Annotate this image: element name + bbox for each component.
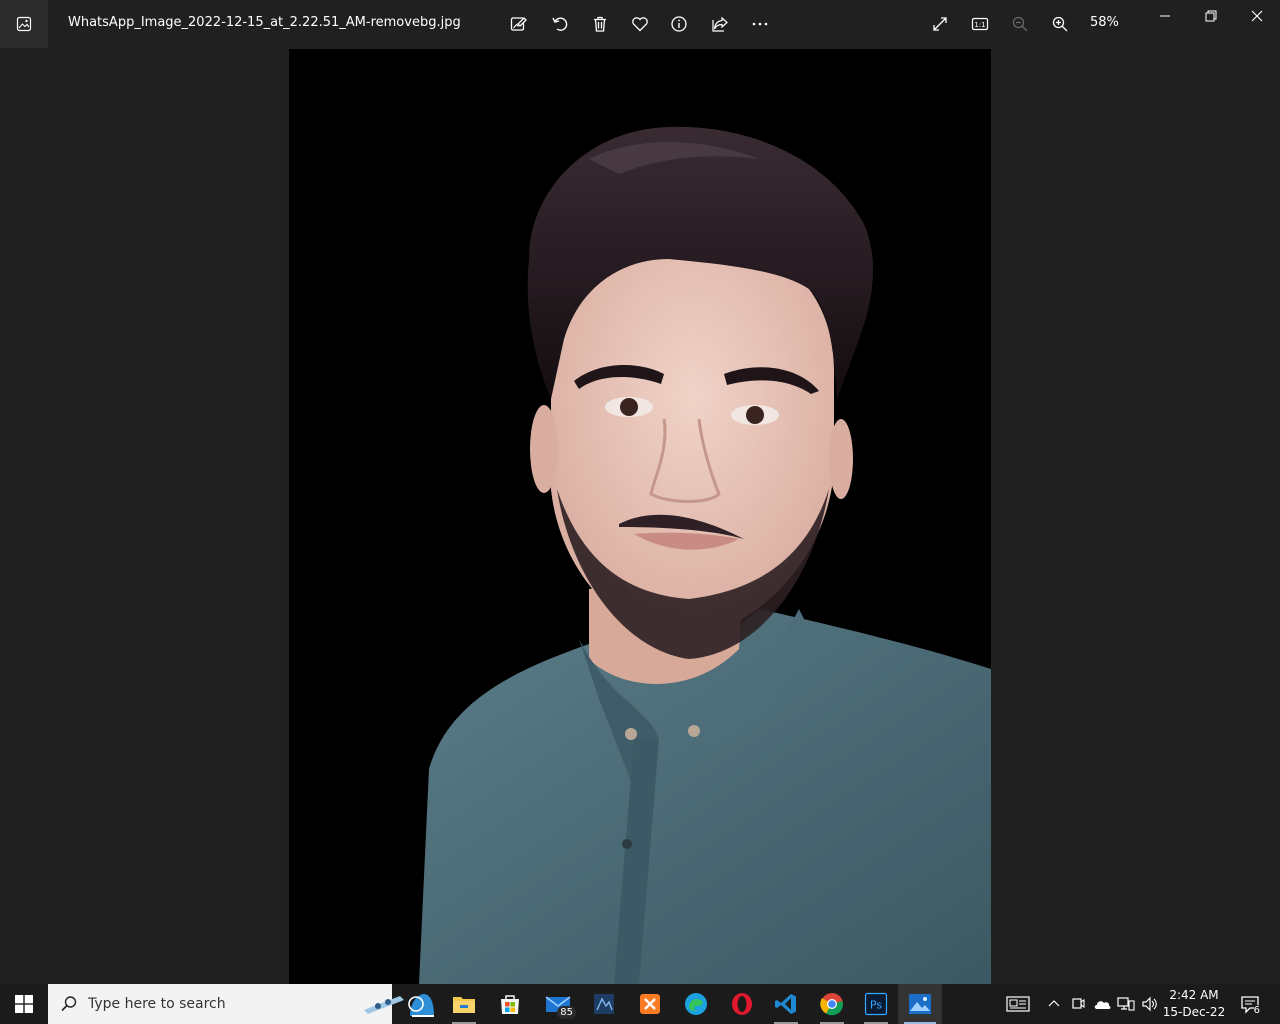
- xampp-icon[interactable]: [628, 984, 672, 1024]
- notification-count: 6: [1253, 1005, 1260, 1016]
- fullscreen-icon[interactable]: [924, 8, 956, 40]
- edit-image-icon[interactable]: [503, 8, 535, 40]
- portrait-illustration: [289, 49, 991, 984]
- actual-size-icon[interactable]: 1:1: [964, 8, 996, 40]
- zoom-out-icon[interactable]: [1004, 8, 1036, 40]
- delete-icon[interactable]: [584, 8, 616, 40]
- close-icon[interactable]: [1234, 0, 1280, 32]
- zoom-level[interactable]: 58%: [1090, 15, 1119, 30]
- search-icon: [60, 995, 78, 1017]
- image-canvas[interactable]: [0, 48, 1280, 984]
- onedrive-icon[interactable]: [1090, 984, 1114, 1024]
- restore-icon[interactable]: [1188, 0, 1234, 32]
- taskbar-search-box[interactable]: Type here to search: [48, 984, 434, 1024]
- mail-icon[interactable]: 85: [536, 984, 580, 1024]
- portrait-photo[interactable]: [289, 49, 991, 984]
- vscode-icon[interactable]: [764, 984, 808, 1024]
- mail-badge: 85: [557, 1006, 576, 1019]
- volume-icon[interactable]: [1138, 984, 1162, 1024]
- info-icon[interactable]: [663, 8, 695, 40]
- edge-icon[interactable]: [674, 984, 718, 1024]
- clock-date: 15-Dec-22: [1162, 1005, 1226, 1019]
- photos-app-icon[interactable]: [0, 0, 48, 48]
- favorite-icon[interactable]: [624, 8, 656, 40]
- share-icon[interactable]: [704, 8, 736, 40]
- chrome-icon[interactable]: [810, 984, 854, 1024]
- photos-icon[interactable]: [898, 984, 942, 1024]
- file-name: WhatsApp_Image_2022-12-15_at_2.22.51_AM-…: [68, 15, 461, 30]
- title-bar: WhatsApp_Image_2022-12-15_at_2.22.51_AM-…: [0, 0, 1280, 48]
- photoshop-icon[interactable]: Ps: [854, 984, 898, 1024]
- meet-now-icon[interactable]: [1066, 984, 1090, 1024]
- zoom-in-icon[interactable]: [1044, 8, 1076, 40]
- microsoft-store-icon[interactable]: [488, 984, 532, 1024]
- task-view-icon[interactable]: [394, 984, 438, 1024]
- app-icon[interactable]: [582, 984, 626, 1024]
- minimize-icon[interactable]: [1142, 0, 1188, 32]
- opera-icon[interactable]: [720, 984, 764, 1024]
- news-widget-icon[interactable]: [1004, 984, 1032, 1024]
- search-placeholder: Type here to search: [88, 996, 226, 1012]
- clock-time: 2:42 AM: [1169, 988, 1219, 1002]
- rotate-icon[interactable]: [544, 8, 576, 40]
- taskbar: Type here to search 85 Ps 2:42 AM 15-Dec…: [0, 984, 1280, 1024]
- more-icon[interactable]: [744, 8, 776, 40]
- file-explorer-icon[interactable]: [442, 984, 486, 1024]
- svg-text:1:1: 1:1: [974, 21, 985, 29]
- chevron-up-icon[interactable]: [1042, 984, 1066, 1024]
- taskbar-clock[interactable]: 2:42 AM 15-Dec-22: [1160, 987, 1228, 1021]
- photoshop-label: Ps: [870, 999, 882, 1012]
- windows-start-icon[interactable]: [0, 984, 48, 1024]
- notification-center-icon[interactable]: 6: [1236, 984, 1264, 1024]
- network-icon[interactable]: [1114, 984, 1138, 1024]
